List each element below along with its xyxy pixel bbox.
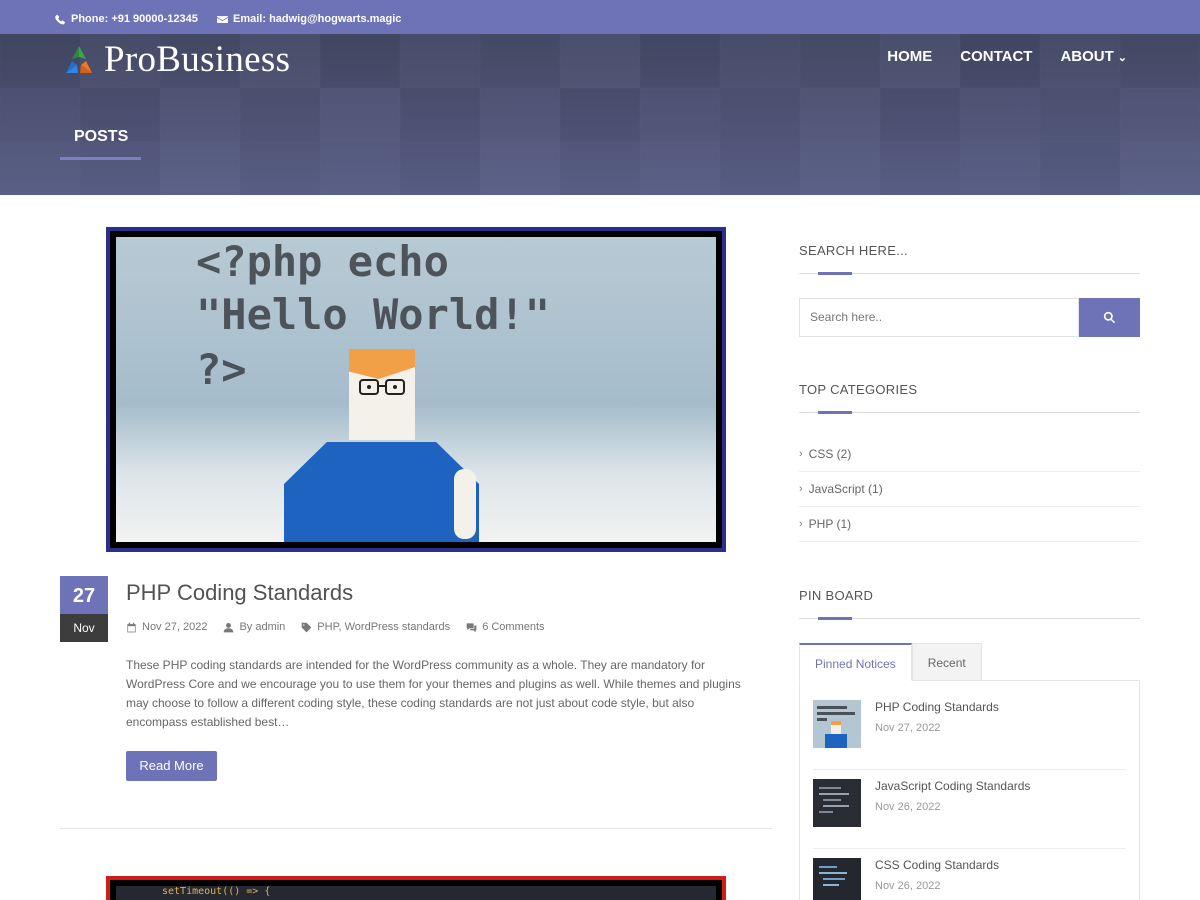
category-item-javascript[interactable]: › JavaScript (1): [799, 472, 1140, 507]
search-widget-accent: [818, 272, 852, 275]
pin-date: Nov 26, 2022: [875, 880, 941, 892]
pinboard-tabs: Pinned Notices Recent: [799, 643, 982, 681]
figure-glasses: [359, 379, 405, 395]
post-excerpt: These PHP coding standards are intended …: [126, 658, 741, 729]
image-code-line-2: "Hello World!": [196, 290, 551, 339]
site-logo[interactable]: ProBusiness: [62, 38, 290, 81]
nav-contact[interactable]: CONTACT: [960, 48, 1032, 65]
pin-date: Nov 26, 2022: [875, 801, 941, 813]
date-month: Nov: [60, 614, 108, 642]
nav-home[interactable]: HOME: [887, 48, 932, 65]
meta-tags[interactable]: PHP, WordPress standards: [301, 621, 450, 633]
email-text[interactable]: Email: hadwig@hogwarts.magic: [233, 13, 401, 25]
search-button[interactable]: [1079, 298, 1140, 337]
hero-banner: ProBusiness HOME CONTACT ABOUT ⌄ POSTS: [0, 34, 1200, 195]
meta-comments-text: 6 Comments: [482, 621, 545, 633]
category-label: JavaScript (1): [808, 482, 883, 496]
main-nav: HOME CONTACT ABOUT ⌄: [887, 48, 1127, 65]
post-title[interactable]: PHP Coding Standards: [126, 580, 353, 606]
search-input[interactable]: Search here..: [799, 298, 1079, 337]
page-title: POSTS: [74, 128, 129, 145]
image-code-line-1: <?php echo: [196, 237, 449, 286]
pin-title: PHP Coding Standards: [875, 700, 999, 714]
pinboard-widget-accent: [818, 617, 852, 620]
tag-icon: [301, 622, 312, 632]
pin-thumbnail-php: [813, 700, 861, 748]
category-label: CSS (2): [808, 447, 852, 461]
meta-date[interactable]: Nov 27, 2022: [126, 621, 207, 633]
phone-info: Phone: +91 90000-12345: [55, 13, 198, 25]
tab-pinned-notices[interactable]: Pinned Notices: [799, 643, 912, 681]
meta-author-text: By admin: [239, 621, 286, 633]
chevron-right-icon: ›: [799, 448, 803, 460]
chevron-right-icon: ›: [799, 518, 803, 530]
phone-icon: [55, 14, 66, 24]
category-label: PHP (1): [808, 517, 852, 531]
post-date-badge: 27 Nov: [60, 576, 108, 642]
pin-item-javascript[interactable]: JavaScript Coding Standards Nov 26, 2022: [813, 779, 1126, 849]
top-bar: Phone: +91 90000-12345 Email: hadwig@hog…: [0, 0, 1200, 34]
phone-text: Phone: +91 90000-12345: [71, 13, 198, 25]
pin-item-css[interactable]: CSS Coding Standards Nov 26, 2022: [813, 858, 1126, 900]
category-item-css[interactable]: › CSS (2): [799, 437, 1140, 472]
pin-title: CSS Coding Standards: [875, 858, 1000, 872]
nav-about[interactable]: ABOUT ⌄: [1060, 48, 1127, 65]
meta-tags-text: PHP, WordPress standards: [317, 621, 451, 633]
next-post-code-snippet: setTimeout(() => {: [116, 886, 716, 900]
read-more-button[interactable]: Read More: [126, 751, 217, 781]
date-day: 27: [60, 576, 108, 614]
figure-body: [284, 442, 479, 542]
pinboard-widget-title: PIN BOARD: [799, 588, 874, 603]
pin-title: JavaScript Coding Standards: [875, 779, 1031, 793]
categories-widget-title: TOP CATEGORIES: [799, 382, 918, 397]
nav-about-label: ABOUT: [1060, 48, 1114, 65]
post-featured-image[interactable]: <?php echo "Hello World!" ?>: [106, 227, 726, 552]
pin-item-php[interactable]: PHP Coding Standards Nov 27, 2022: [813, 700, 1126, 770]
featured-image-illustration: <?php echo "Hello World!" ?>: [116, 237, 716, 542]
logo-icon: [66, 45, 92, 73]
user-icon: [224, 622, 234, 632]
search-icon: [1103, 311, 1116, 324]
meta-comments[interactable]: 6 Comments: [466, 621, 545, 633]
tab-recent[interactable]: Recent: [911, 643, 982, 681]
post-divider: [60, 828, 772, 829]
email-info: Email: hadwig@hogwarts.magic: [217, 13, 401, 25]
next-post-featured-image[interactable]: setTimeout(() => {: [106, 876, 726, 900]
figure-hand: [454, 469, 476, 539]
pin-thumbnail-javascript: [813, 779, 861, 827]
page-title-underline: [60, 157, 141, 160]
meta-author[interactable]: By admin: [223, 621, 285, 633]
pin-thumbnail-css: [813, 858, 861, 900]
post-meta: Nov 27, 2022 By admin PHP, WordPress sta…: [126, 621, 545, 633]
meta-date-text: Nov 27, 2022: [142, 621, 208, 633]
comments-icon: [466, 622, 477, 632]
chevron-right-icon: ›: [799, 483, 803, 495]
categories-widget-accent: [818, 411, 852, 414]
envelope-icon: [217, 15, 228, 23]
search-widget-title: SEARCH HERE...: [799, 243, 908, 258]
category-item-php[interactable]: › PHP (1): [799, 507, 1140, 542]
calendar-icon: [127, 622, 136, 632]
image-code-line-3: ?>: [196, 345, 247, 394]
logo-text: ProBusiness: [104, 39, 291, 80]
chevron-down-icon: ⌄: [1117, 52, 1127, 64]
pin-date: Nov 27, 2022: [875, 722, 941, 734]
